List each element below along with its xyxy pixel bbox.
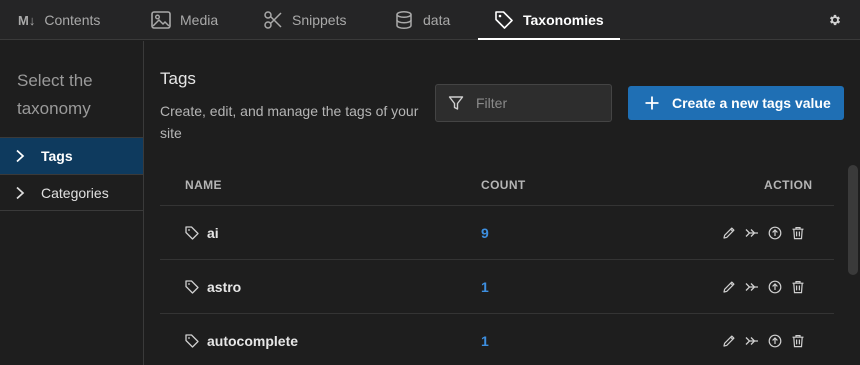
tab-label: Contents [44,12,101,28]
tab-contents[interactable]: M↓ Contents [18,0,100,40]
tag-name: astro [207,279,242,295]
merge-icon[interactable] [744,225,760,241]
image-icon [151,11,171,29]
tab-label: data [423,12,451,28]
filter-icon [448,95,464,111]
tab-media[interactable]: Media [151,0,218,40]
tag-name: ai [207,225,219,241]
scissors-icon [263,10,283,30]
gear-icon[interactable] [826,11,844,29]
tab-snippets[interactable]: Snippets [263,0,346,40]
chevron-right-icon [15,186,31,200]
edit-icon[interactable] [721,279,737,295]
sidebar-item-tags[interactable]: Tags [0,137,143,174]
row-actions [721,260,806,314]
page-title: Tags [160,69,196,88]
tag-icon [185,280,199,294]
table-row: autocomplete 1 [160,313,834,365]
filter-field[interactable] [435,84,612,122]
table-row: ai 9 [160,205,834,259]
upload-icon[interactable] [767,225,783,241]
sidebar-title: Select the taxonomy [17,71,93,118]
trash-icon[interactable] [790,279,806,295]
sidebar-item-label: Categories [41,184,109,201]
row-actions [721,314,806,365]
tag-name-cell[interactable]: ai [185,206,219,260]
tab-label: Taxonomies [523,12,604,28]
tag-icon [185,334,199,348]
upload-icon[interactable] [767,279,783,295]
tag-icon [185,226,199,240]
tag-icon [494,10,514,30]
tag-name-cell[interactable]: astro [185,260,241,314]
sidebar-item-categories[interactable]: Categories [0,174,143,211]
table-row: astro 1 [160,259,834,313]
tag-name: autocomplete [207,333,299,349]
column-header-count: COUNT [481,178,526,192]
upload-icon[interactable] [767,333,783,349]
plus-icon [645,96,659,110]
tab-label: Snippets [292,12,347,28]
edit-icon[interactable] [721,333,737,349]
column-header-action: ACTION [764,178,813,192]
create-tag-button[interactable]: Create a new tags value [628,86,844,120]
row-actions [721,206,806,260]
scrollbar[interactable] [848,165,858,275]
page-description: Create, edit, and manage the tags of you… [160,103,419,141]
trash-icon[interactable] [790,333,806,349]
tab-data[interactable]: data [394,0,450,40]
edit-icon[interactable] [721,225,737,241]
tag-count[interactable]: 1 [481,314,489,365]
column-header-name: NAME [185,178,222,192]
database-icon [394,10,414,30]
tab-taxonomies[interactable]: Taxonomies [478,0,620,40]
markdown-icon: M↓ [18,12,36,28]
sidebar-item-label: Tags [41,148,73,164]
tag-count[interactable]: 9 [481,206,489,260]
tag-count[interactable]: 1 [481,260,489,314]
chevron-right-icon [15,149,31,163]
tag-name-cell[interactable]: autocomplete [185,314,298,365]
filter-input[interactable] [476,95,596,111]
tab-label: Media [180,12,219,28]
trash-icon[interactable] [790,225,806,241]
top-tab-bar: M↓ Contents Media Snippets data Taxonomi… [0,0,860,40]
merge-icon[interactable] [744,333,760,349]
merge-icon[interactable] [744,279,760,295]
taxonomy-sidebar: Select the taxonomy Tags Categories [0,41,144,365]
create-button-label: Create a new tags value [672,95,831,111]
